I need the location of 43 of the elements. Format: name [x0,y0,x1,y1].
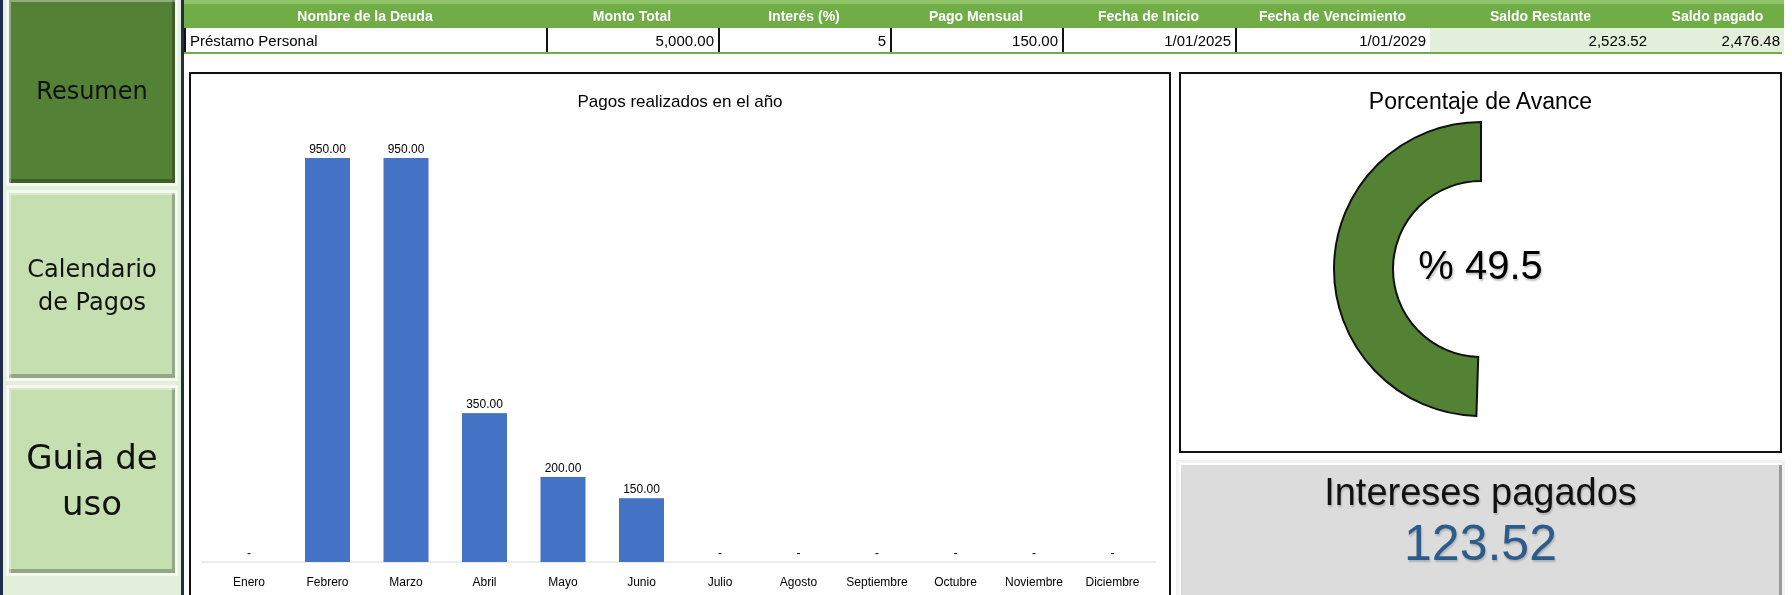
nav-button[interactable]: Resumen [9,0,175,183]
value-label: - [796,546,801,560]
column-header: Nombre de la Deuda [184,0,546,28]
table-cell: 2,523.52 [1430,28,1651,52]
column-header: Monto Total [546,0,718,28]
value-label: - [953,546,958,560]
month-label: Septiembre [846,575,908,589]
month-label: Julio [707,575,733,589]
value-label: 950.00 [309,142,346,156]
nav-button[interactable]: Calendario de Pagos [9,193,175,378]
value-label: - [875,546,879,560]
value-label: - [1032,546,1036,560]
column-header: Pago Mensual [890,0,1062,28]
table-cell: 2,476.48 [1651,28,1784,52]
month-label: Octubre [934,575,977,589]
progress-reading: % 49.5 [1417,243,1544,288]
nav-button[interactable]: Guia de uso [9,388,175,573]
column-header: Saldo pagado [1651,0,1784,28]
value-label: - [718,546,722,560]
month-label: Abril [472,575,497,589]
value-label: 350.00 [466,397,503,412]
month-label: Mayo [548,575,578,589]
value-label: - [1110,546,1115,560]
column-header: Interés (%) [718,0,890,28]
bar [619,498,664,562]
month-label: Enero [233,575,265,589]
month-label: Junio [627,575,656,589]
month-label: Noviembre [1005,575,1063,589]
value-label: 950.00 [387,142,425,156]
interest-value: 123.52 [1404,514,1557,572]
month-label: Diciembre [1085,575,1140,589]
gauge-title: Porcentaje de Avance [1368,88,1593,115]
month-label: Marzo [389,575,423,589]
column-header: Fecha de Inicio [1062,0,1235,28]
value-label: 200.00 [544,460,582,475]
value-label: - [247,546,251,560]
column-header: Saldo Restante [1430,0,1651,28]
column-header: Fecha de Vencimiento [1235,0,1430,28]
interest-label: Intereses pagados [1324,471,1637,514]
value-label: 150.00 [623,482,660,497]
month-label: Agosto [779,575,818,589]
chart-title: Pagos realizados en el año [577,92,783,111]
month-label: Febrero [306,575,349,589]
